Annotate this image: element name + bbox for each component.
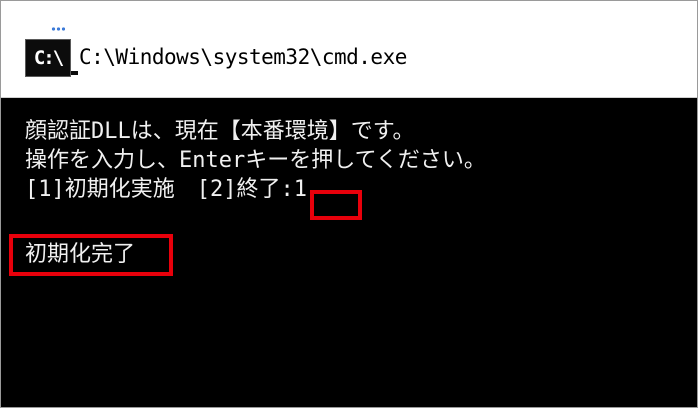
cursor-icon [71,71,78,75]
console-output[interactable]: 顔認証DLLは、現在【本番環境】です。 操作を入力し、Enterキーを押してくだ… [1,98,697,407]
input-highlight-box [310,190,362,220]
result-highlight-box [9,234,173,276]
cmd-window: C:\ C:\Windows\system32\cmd.exe 顔認証DLLは、… [0,0,698,408]
console-icon[interactable]: C:\ [25,27,78,77]
title-bar[interactable]: C:\ C:\Windows\system32\cmd.exe [1,1,697,98]
window-dots-icon [51,27,65,31]
menu-prompt: [1]初期化実施 [2]終了 [25,177,281,202]
user-input: :1 [280,177,307,202]
console-line: 操作を入力し、Enterキーを押してください。 [25,148,486,173]
window-title: C:\Windows\system32\cmd.exe [79,45,407,69]
console-line: 顔認証DLLは、現在【本番環境】です。 [25,119,415,144]
console-icon-glyph: C:\ [25,39,71,77]
console-line: [1]初期化実施 [2]終了:1 [25,176,307,204]
